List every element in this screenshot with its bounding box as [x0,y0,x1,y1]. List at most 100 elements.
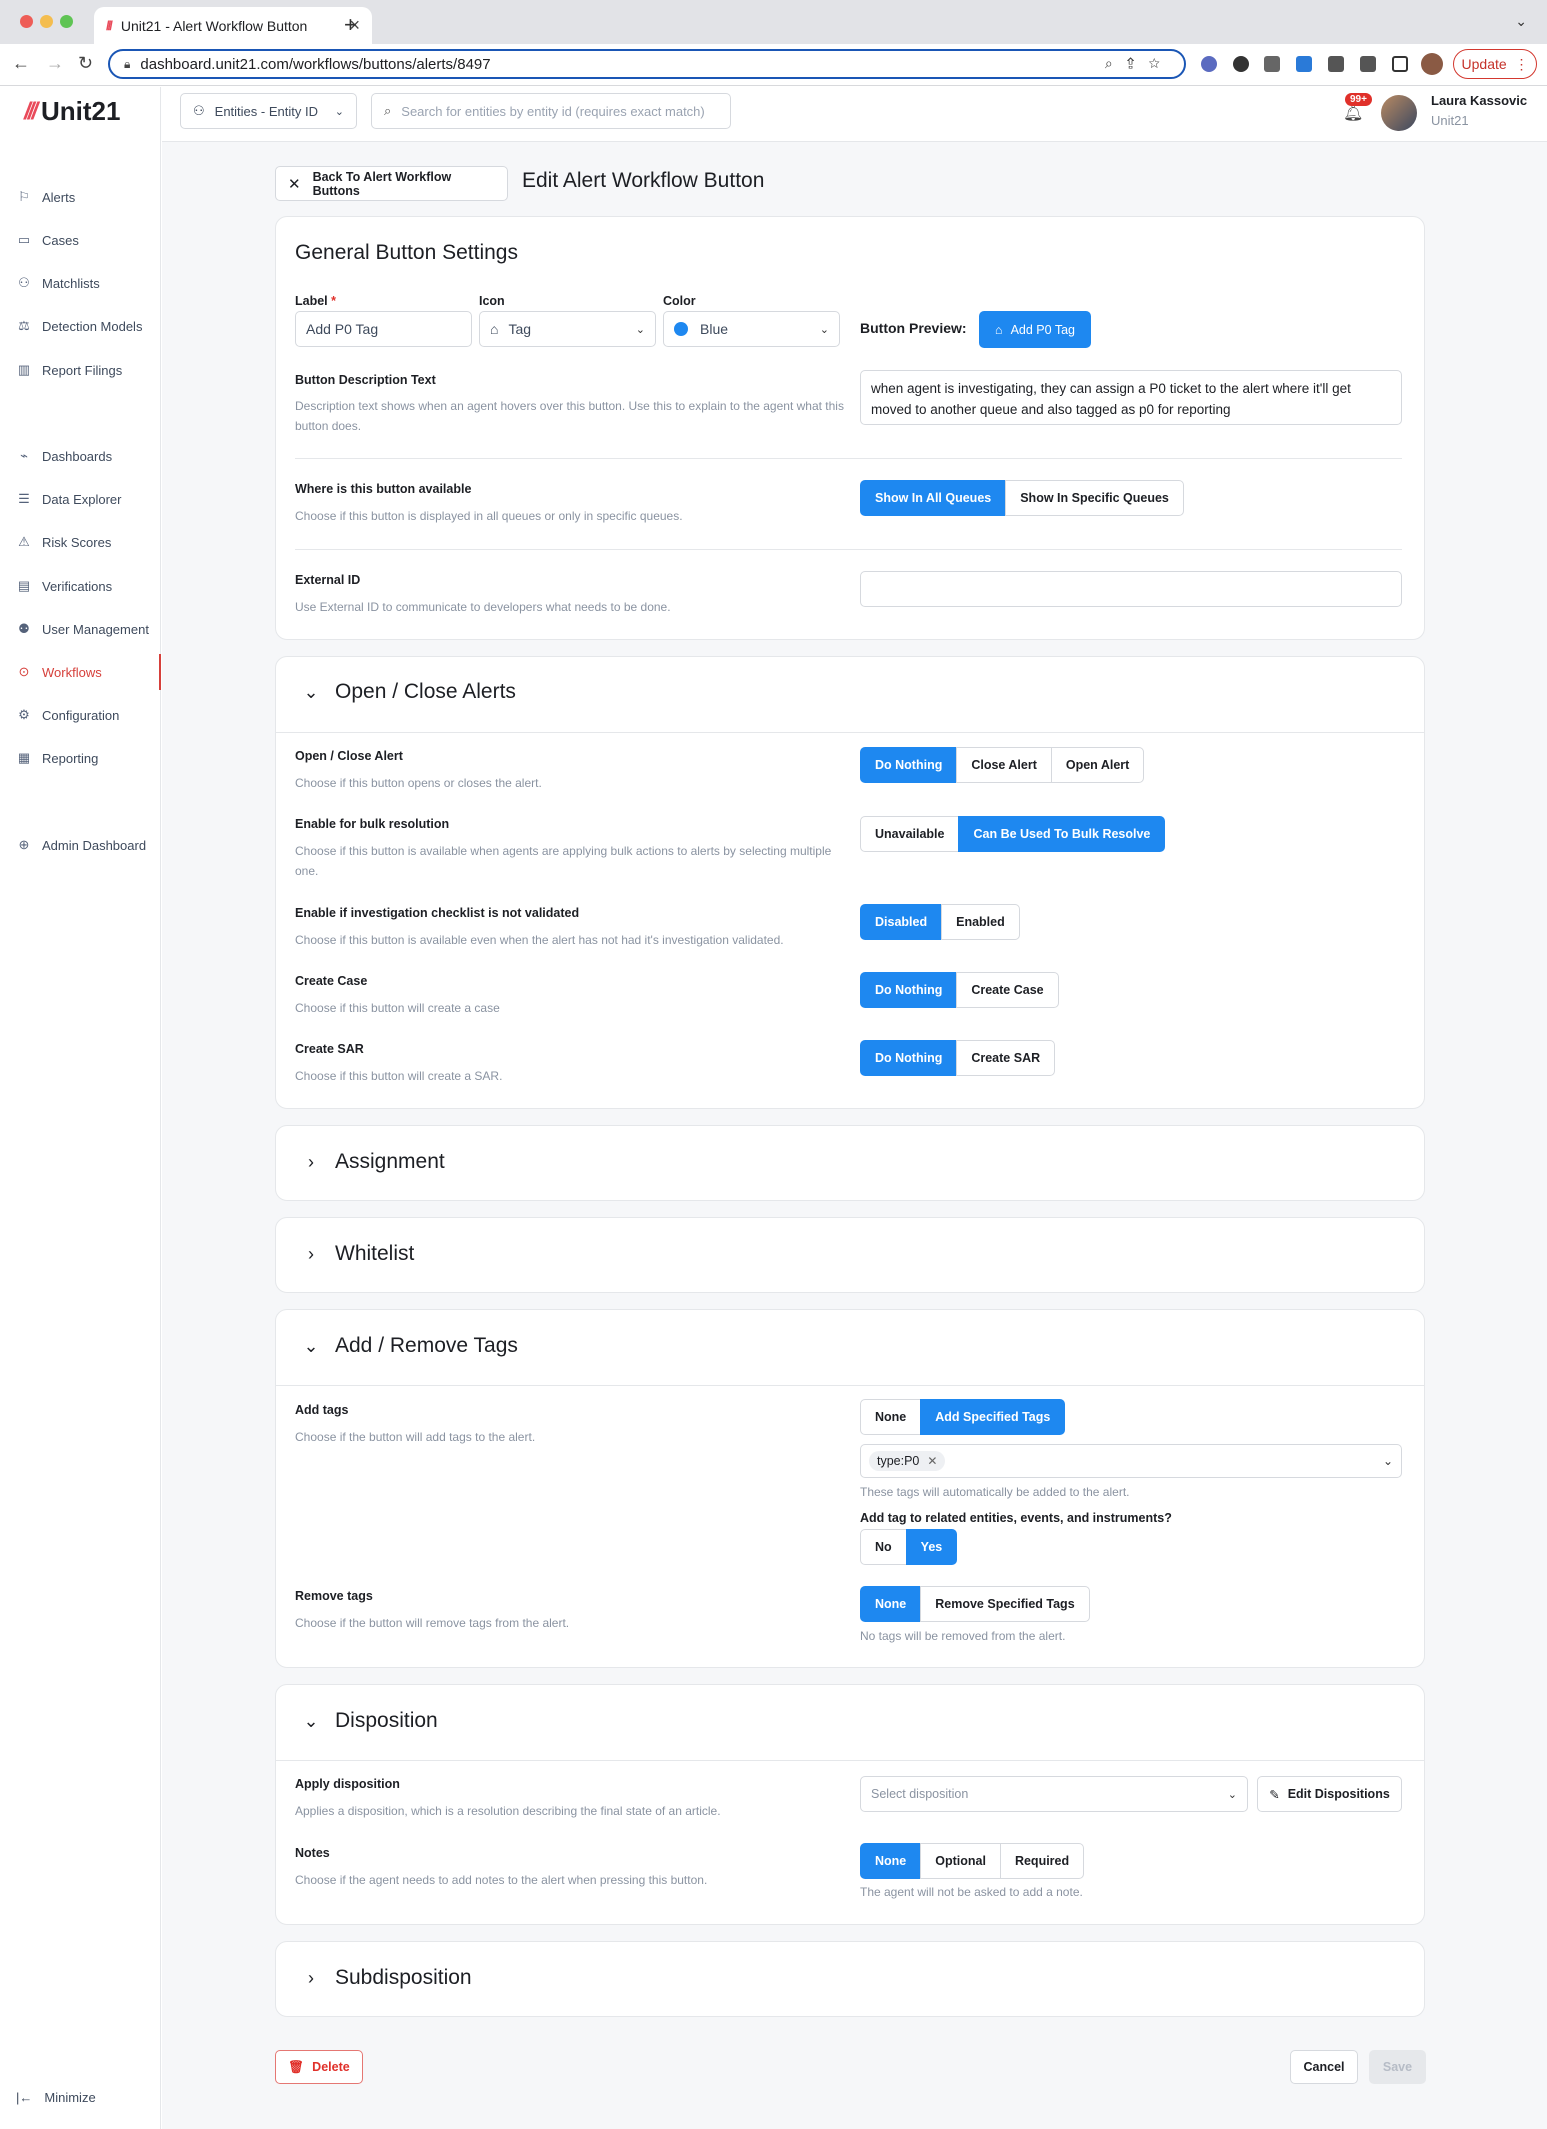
none-option[interactable]: None [860,1586,922,1622]
sidebar-item-dashboards[interactable]: ⌁ Dashboards [0,438,161,474]
checklist-toggle: Disabled Enabled [860,904,1020,940]
profile-avatar[interactable] [1421,53,1443,75]
sidebar-item-label: Reporting [42,750,99,766]
sidebar-item-cases[interactable]: ▭ Cases [0,222,161,258]
notification-badge: 99+ [1345,93,1372,106]
omnibox-actions-icon[interactable]: ⌕⇪☆ [1105,55,1174,72]
avatar[interactable] [1381,95,1417,131]
briefcase-icon: ▭ [17,232,31,247]
external-id-input[interactable] [860,571,1402,607]
color-select[interactable]: Blue ⌄ [663,311,840,347]
edit-dispositions-button[interactable]: ✎ Edit Dispositions [1257,1776,1402,1812]
sidebar-item-workflows[interactable]: ⊙ Workflows [0,654,161,690]
cancel-button[interactable]: Cancel [1290,2050,1358,2084]
puzzle-icon[interactable] [1328,56,1344,72]
disabled-option[interactable]: Disabled [860,904,943,940]
notes-label: Notes [295,1846,330,1860]
label-field-label: Label * [295,294,337,308]
do-nothing-option[interactable]: Do Nothing [860,1040,958,1076]
remove-tag-icon[interactable]: ✕ [927,1454,937,1468]
do-nothing-option[interactable]: Do Nothing [860,747,958,783]
disposition-header[interactable]: ⌄ Disposition [299,1709,437,1733]
show-all-queues-option[interactable]: Show In All Queues [860,480,1007,516]
close-window-icon[interactable] [20,15,33,28]
minimize-window-icon[interactable] [40,15,53,28]
open-close-alerts-header[interactable]: ⌄ Open / Close Alerts [299,680,515,704]
remove-specified-tags-option[interactable]: Remove Specified Tags [920,1586,1090,1622]
disposition-select[interactable]: Select disposition ⌄ [860,1776,1248,1812]
browser-tab-bar: /// Unit21 - Alert Workflow Button × + ⌄ [0,0,1547,44]
extension-icon[interactable] [1201,56,1217,72]
zoom-window-icon[interactable] [60,15,73,28]
play-circle-icon: ⊙ [18,664,30,679]
subdisposition-header[interactable]: › Subdisposition [299,1966,472,1990]
forward-arrow-icon[interactable]: → [46,53,64,74]
whitelist-header[interactable]: › Whitelist [299,1242,414,1266]
none-option[interactable]: None [860,1843,922,1879]
back-arrow-icon[interactable]: ← [12,53,30,74]
optional-option[interactable]: Optional [920,1843,1001,1879]
download-icon[interactable] [1296,56,1312,72]
sidebar-item-verifications[interactable]: ▤ Verifications [0,568,161,604]
delete-button[interactable]: 🗑︎ Delete [275,2050,363,2084]
bulk-resolve-option[interactable]: Can Be Used To Bulk Resolve [958,816,1166,852]
related-entities-toggle: No Yes [860,1529,958,1565]
show-specific-queues-option[interactable]: Show In Specific Queues [1005,480,1184,516]
save-button[interactable]: Save [1369,2050,1426,2084]
update-label: Update [1461,56,1507,72]
related-entities-label: Add tag to related entities, events, and… [860,1511,1172,1525]
bell-icon[interactable]: 🔔︎ [1343,103,1363,123]
sidebar-item-admin-dashboard[interactable]: ⊕ Admin Dashboard [0,827,161,863]
none-option[interactable]: None [860,1399,922,1435]
sidebar-item-matchlists[interactable]: ⚇ Matchlists [0,265,161,301]
entity-type-select[interactable]: ⚇ Entities - Entity ID ⌄ [180,93,357,129]
yes-option[interactable]: Yes [905,1529,958,1565]
divider [295,458,1402,459]
minimize-sidebar-button[interactable]: |← Minimize [16,2090,96,2105]
tags-select[interactable]: type:P0 ✕ ⌄ [860,1444,1402,1478]
side-panel-icon[interactable] [1392,56,1408,72]
description-textarea[interactable]: when agent is investigating, they can as… [860,370,1402,425]
sidebar-item-configuration[interactable]: ⚙ Configuration [0,697,161,733]
add-specified-tags-option[interactable]: Add Specified Tags [920,1399,1066,1435]
sidebar-item-alerts[interactable]: ⚐ Alerts [0,179,161,215]
extension-icon[interactable] [1264,56,1280,72]
sidebar-item-user-management[interactable]: ⚉ User Management [0,611,161,647]
url-text: dashboard.unit21.com/workflows/buttons/a… [140,55,491,73]
update-button[interactable]: Update ⋮ [1453,49,1537,79]
enabled-option[interactable]: Enabled [941,904,1020,940]
required-option[interactable]: Required [999,1843,1085,1879]
label-input[interactable]: Add P0 Tag [295,311,472,347]
sidebar-item-label: Cases [42,232,79,248]
reading-list-icon[interactable] [1360,56,1376,72]
apply-disposition-label: Apply disposition [295,1777,400,1791]
open-alert-option[interactable]: Open Alert [1050,747,1145,783]
color-value: Blue [700,321,729,337]
sidebar-item-report-filings[interactable]: ▥ Report Filings [0,352,161,388]
icon-select[interactable]: ⌂ Tag ⌄ [479,311,656,347]
sidebar-item-detection-models[interactable]: ⚖ Detection Models [0,308,161,344]
sidebar-item-risk-scores[interactable]: ⚠ Risk Scores [0,524,161,560]
back-to-buttons-button[interactable]: ✕ Back To Alert Workflow Buttons [275,166,508,201]
reload-icon[interactable]: ↻ [78,53,93,74]
assignment-header[interactable]: › Assignment [299,1150,445,1174]
sidebar-item-data-explorer[interactable]: ☰ Data Explorer [0,481,161,517]
entity-search-input[interactable]: ⌕ Search for entities by entity id (requ… [371,93,731,129]
chevron-down-icon[interactable]: ⌄ [1515,13,1527,30]
new-tab-icon[interactable]: + [344,12,357,38]
browser-tab[interactable]: /// Unit21 - Alert Workflow Button × [94,7,372,44]
app-logo[interactable]: /// Unit21 [24,96,120,127]
extension-icon[interactable] [1233,56,1249,72]
create-sar-option[interactable]: Create SAR [956,1040,1056,1076]
no-option[interactable]: No [860,1529,907,1565]
close-alert-option[interactable]: Close Alert [956,747,1052,783]
unavailable-option[interactable]: Unavailable [860,816,960,852]
tags-header[interactable]: ⌄ Add / Remove Tags [299,1334,517,1358]
user-icon: ⚇ [193,103,205,118]
button-preview[interactable]: ⌂ Add P0 Tag [979,311,1091,348]
create-case-option[interactable]: Create Case [956,972,1059,1008]
sidebar-item-reporting[interactable]: ▦ Reporting [0,740,161,776]
do-nothing-option[interactable]: Do Nothing [860,972,958,1008]
search-icon: ⌕ [384,103,392,118]
address-bar[interactable]: 🔒︎ dashboard.unit21.com/workflows/button… [108,49,1186,79]
